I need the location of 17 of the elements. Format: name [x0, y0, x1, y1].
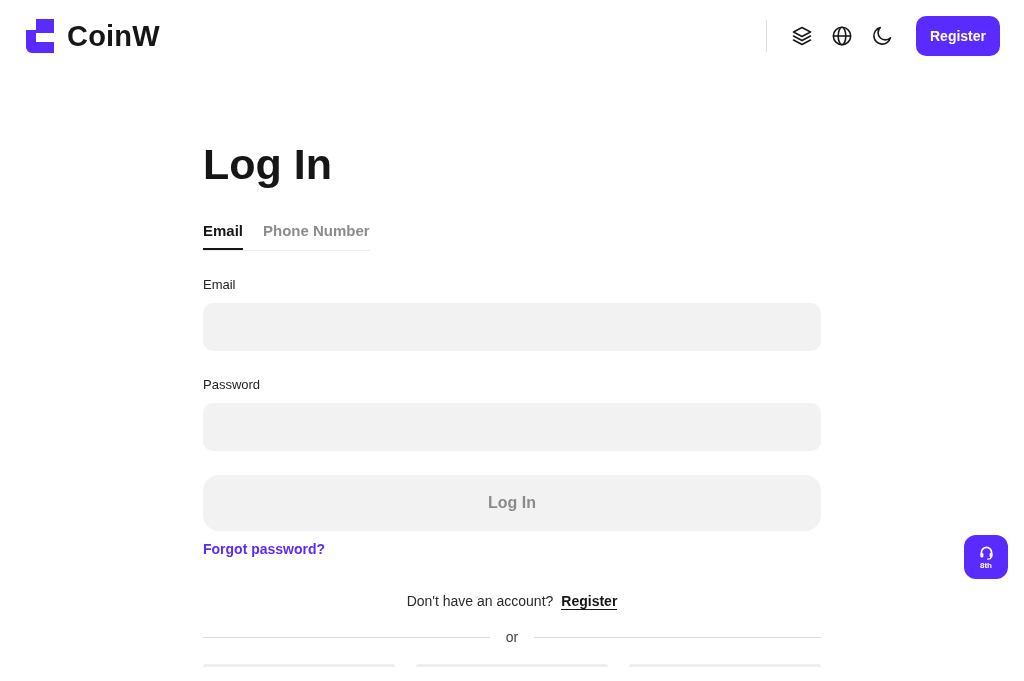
globe-icon[interactable] [832, 26, 852, 46]
register-button[interactable]: Register [916, 16, 1000, 56]
signup-prompt-text: Don't have an account? [406, 593, 554, 609]
field-label: Password [203, 377, 261, 393]
page-title: Log In [203, 139, 332, 190]
support-button[interactable]: 8th [964, 535, 1008, 579]
layers-icon[interactable] [792, 26, 812, 46]
divider-text: or [505, 628, 519, 646]
logo-icon [26, 19, 54, 53]
field-label: Email [203, 277, 236, 293]
headset-icon [978, 544, 994, 560]
register-link[interactable]: Register [561, 592, 618, 610]
forgot-password-link[interactable]: Forgot password? [203, 541, 326, 557]
moon-icon[interactable] [872, 26, 892, 46]
logo-wordmark[interactable]: CoinW [67, 19, 160, 53]
tab[interactable]: Email [203, 216, 244, 250]
tab[interactable]: Phone Number [263, 216, 370, 250]
